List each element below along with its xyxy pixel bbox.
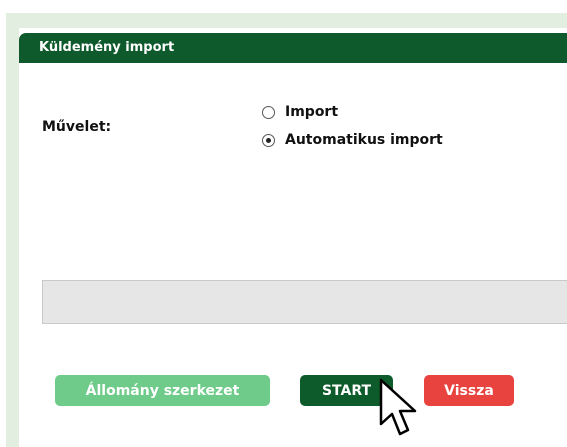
radio-button-auto-import[interactable]: [262, 133, 275, 147]
mouse-pointer-icon: [379, 378, 417, 436]
status-box: [42, 280, 567, 324]
radio-option-auto-import[interactable]: Automatikus import: [262, 130, 443, 150]
radio-label-auto-import: Automatikus import: [285, 132, 443, 148]
radio-button-import[interactable]: [262, 105, 275, 119]
back-button[interactable]: Vissza: [424, 375, 514, 406]
panel-header: Küldemény import: [19, 33, 567, 63]
panel-title: Küldemény import: [39, 40, 175, 55]
operation-label: Művelet:: [42, 119, 112, 135]
radio-label-import: Import: [285, 104, 339, 120]
import-panel: Küldemény import Művelet: Import Automat…: [19, 28, 567, 447]
radio-option-import[interactable]: Import: [262, 102, 338, 122]
file-structure-button[interactable]: Állomány szerkezet: [55, 375, 270, 406]
